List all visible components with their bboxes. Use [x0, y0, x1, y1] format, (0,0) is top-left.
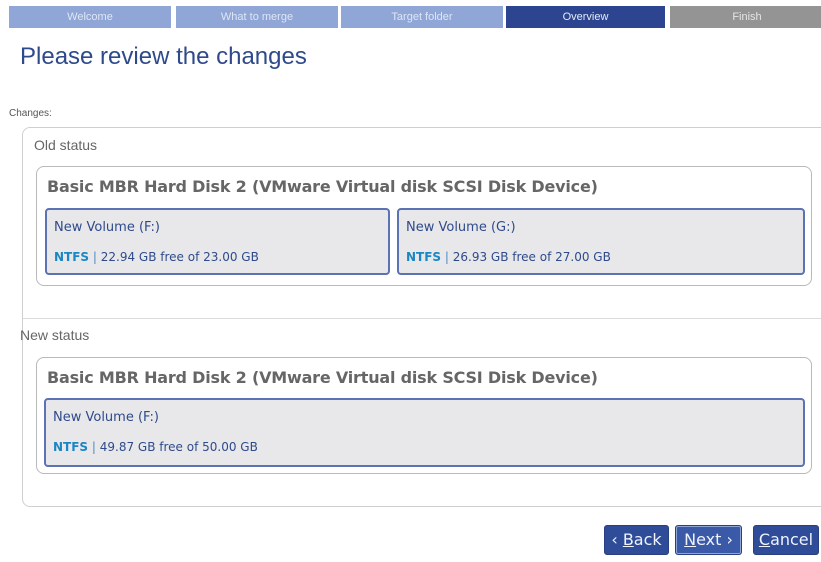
- filesystem-label: NTFS: [54, 250, 90, 264]
- step-target-folder: Target folder: [341, 6, 503, 28]
- wizard-steps: Welcome What to merge Target folder Over…: [9, 6, 821, 28]
- step-welcome: Welcome: [9, 6, 171, 28]
- volume-info: NTFS | 49.87 GB free of 50.00 GB: [53, 440, 258, 454]
- changes-panel: Old status Basic MBR Hard Disk 2 (VMware…: [20, 127, 821, 507]
- page-title: Please review the changes: [20, 43, 307, 70]
- cancel-button[interactable]: Cancel: [753, 525, 819, 555]
- back-button[interactable]: ‹ Back: [604, 525, 669, 555]
- next-suffix: ›: [721, 530, 733, 549]
- step-finish: Finish: [670, 6, 821, 28]
- separator: |: [88, 440, 100, 454]
- back-mnemonic: B: [622, 530, 634, 549]
- cancel-label: ancel: [770, 530, 814, 549]
- volume-info: NTFS | 26.93 GB free of 27.00 GB: [406, 250, 611, 264]
- section-divider: [23, 318, 821, 319]
- new-status-label: New status: [20, 327, 90, 343]
- new-disk-card[interactable]: Basic MBR Hard Disk 2 (VMware Virtual di…: [36, 357, 812, 474]
- free-space-text: 22.94 GB free of 23.00 GB: [100, 250, 259, 264]
- old-volume-f[interactable]: New Volume (F:) NTFS | 22.94 GB free of …: [45, 208, 390, 275]
- step-overview: Overview: [506, 6, 665, 28]
- volume-info: NTFS | 22.94 GB free of 23.00 GB: [54, 250, 259, 264]
- filesystem-label: NTFS: [406, 250, 442, 264]
- new-volume-f[interactable]: New Volume (F:) NTFS | 49.87 GB free of …: [44, 398, 805, 467]
- back-prefix: ‹: [611, 530, 623, 549]
- volume-name: New Volume (F:): [54, 220, 160, 235]
- changes-label: Changes:: [9, 108, 52, 119]
- old-volume-g[interactable]: New Volume (G:) NTFS | 26.93 GB free of …: [397, 208, 805, 275]
- free-space-text: 49.87 GB free of 50.00 GB: [99, 440, 258, 454]
- filesystem-label: NTFS: [53, 440, 89, 454]
- cancel-mnemonic: C: [758, 530, 771, 549]
- new-disk-title: Basic MBR Hard Disk 2 (VMware Virtual di…: [47, 368, 598, 387]
- old-disk-title: Basic MBR Hard Disk 2 (VMware Virtual di…: [47, 177, 598, 196]
- next-mnemonic: N: [684, 530, 697, 549]
- step-what-to-merge: What to merge: [176, 6, 338, 28]
- volume-name: New Volume (G:): [406, 220, 516, 235]
- separator: |: [441, 250, 453, 264]
- free-space-text: 26.93 GB free of 27.00 GB: [452, 250, 611, 264]
- old-disk-card[interactable]: Basic MBR Hard Disk 2 (VMware Virtual di…: [36, 166, 812, 286]
- old-status-label: Old status: [34, 137, 98, 153]
- next-label: ext: [696, 530, 722, 549]
- next-button[interactable]: Next ›: [675, 525, 742, 555]
- separator: |: [89, 250, 101, 264]
- volume-name: New Volume (F:): [53, 410, 159, 425]
- back-label: ack: [633, 530, 662, 549]
